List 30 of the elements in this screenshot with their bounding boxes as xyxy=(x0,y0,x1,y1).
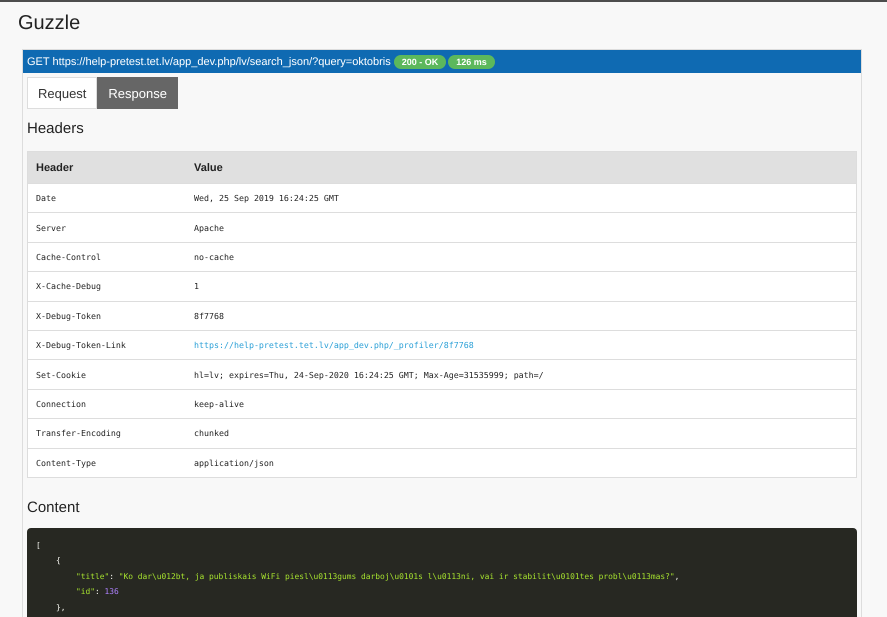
section-heading: Content xyxy=(27,498,80,518)
column-header: Header xyxy=(28,152,186,184)
table-cell: hl=lv; expires=Thu, 24-Sep-2020 16:24:25 GMT; Max-Age=31535999; path=/ xyxy=(186,360,856,390)
table-cell: keep-alive xyxy=(186,389,856,419)
section-heading: Headers xyxy=(27,119,84,139)
table-cell: X-Debug-Token-Link xyxy=(28,330,186,360)
request-url: GET https://help-pretest.tet.lv/app_dev.php/lv/search_json/?query=oktobris xyxy=(27,56,391,68)
status-badge: 200 - OK xyxy=(394,54,446,68)
table-cell: Transfer-Encoding xyxy=(28,418,186,448)
table-cell: Set-Cookie xyxy=(28,360,186,390)
time-badge: 126 ms xyxy=(448,54,495,68)
table-cell: X-Debug-Token xyxy=(28,301,186,330)
table-cell: Apache xyxy=(186,212,856,242)
page-title: Guzzle xyxy=(18,11,80,35)
table-cell: no-cache xyxy=(186,242,856,272)
table-cell: Content-Type xyxy=(28,448,186,478)
table-cell: application/json xyxy=(186,448,856,478)
tab[interactable]: Response xyxy=(97,77,178,109)
column-header: Value xyxy=(186,152,856,184)
table-cell: Connection xyxy=(28,389,186,419)
link[interactable]: https://help-pretest.tet.lv/app_dev.php/_profiler/8f7768 xyxy=(194,340,474,350)
table-cell: chunked xyxy=(186,418,856,448)
table-cell: Date xyxy=(28,184,186,213)
table-cell: Cache-Control xyxy=(28,242,186,272)
table-cell: X-Cache-Debug xyxy=(28,272,186,302)
table-cell: 8f7768 xyxy=(186,301,856,330)
tab[interactable]: Request xyxy=(27,77,98,109)
table-cell: Wed, 25 Sep 2019 16:24:25 GMT xyxy=(186,184,856,213)
table-cell: Server xyxy=(28,212,186,242)
table-cell: 1 xyxy=(186,272,856,302)
